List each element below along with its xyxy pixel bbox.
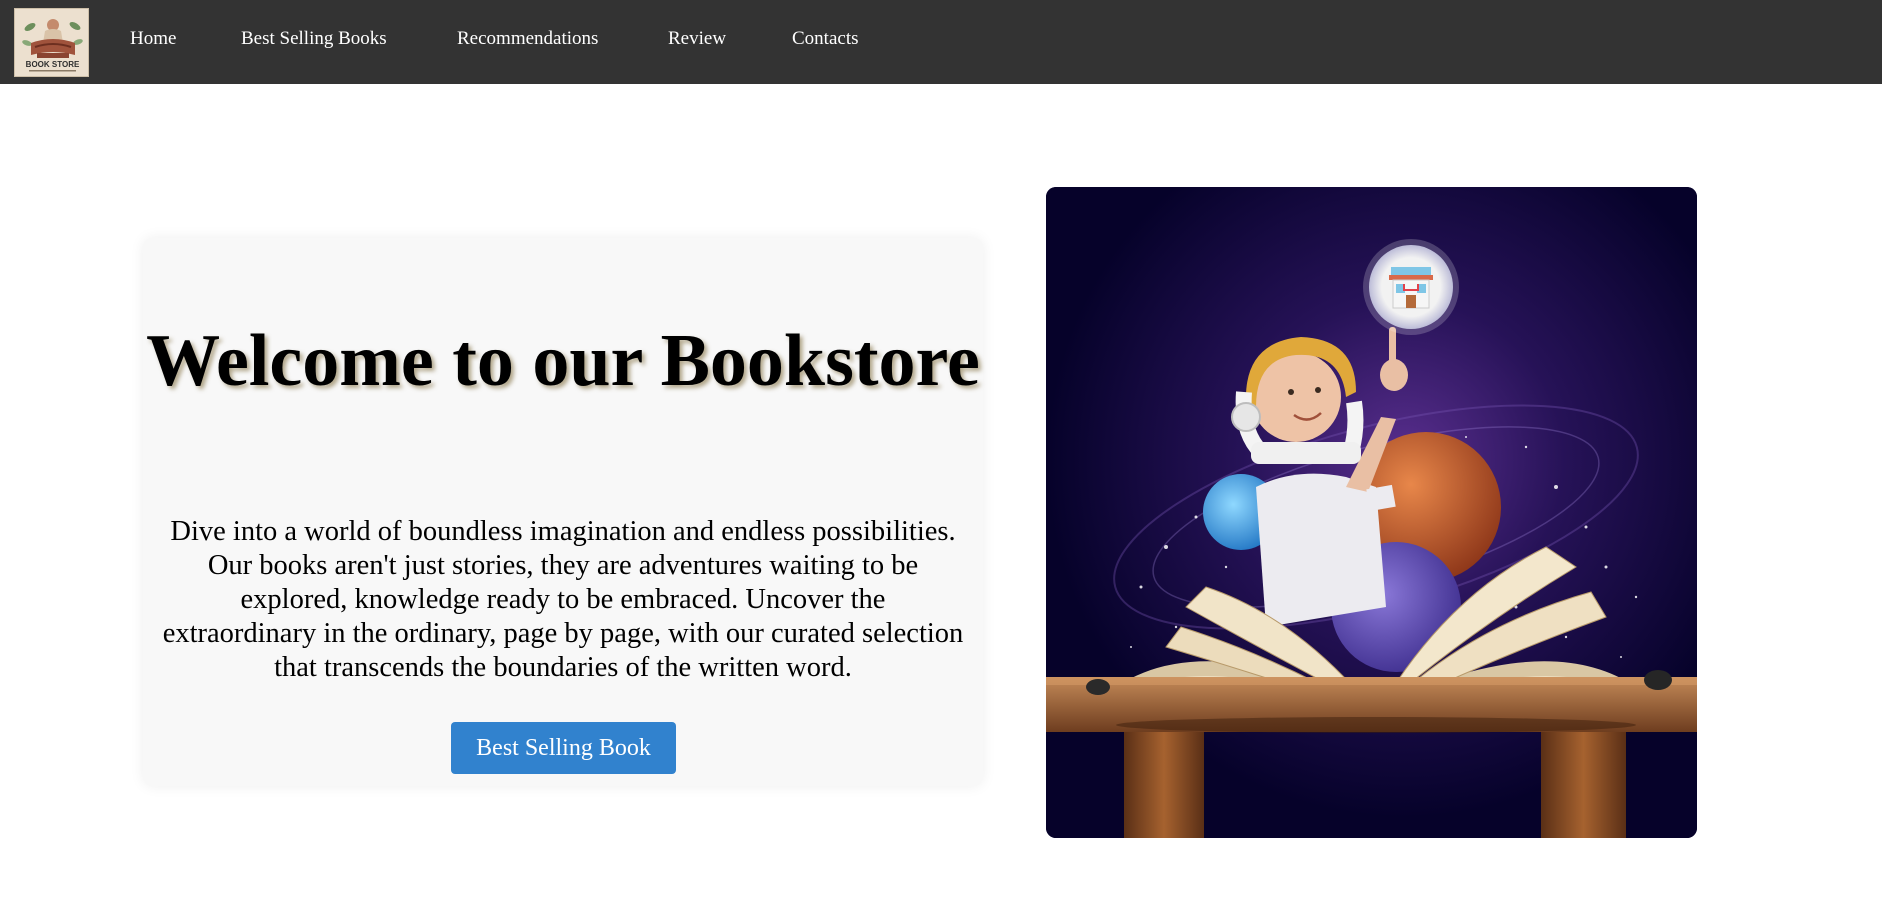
nav-link-review[interactable]: Review [668,28,726,50]
space-child-book-illustration [1046,187,1697,838]
nav-link-best-selling-books[interactable]: Best Selling Books [241,28,387,50]
store-icon [1389,267,1433,309]
best-selling-book-button[interactable]: Best Selling Book [451,722,676,774]
nav-links: Home Best Selling Books Recommendations … [0,0,1882,84]
hero-description: Dive into a world of boundless imaginati… [162,516,964,683]
hero-image [1046,187,1697,838]
nav-link-home[interactable]: Home [130,28,176,50]
hero-title: Welcome to our Bookstore [146,320,980,402]
nav-link-recommendations[interactable]: Recommendations [457,28,598,50]
navbar: BOOK STORE Home Best Selling Books Recom… [0,0,1882,84]
hero-card: Welcome to our Bookstore Dive into a wor… [143,238,983,786]
nav-link-contacts[interactable]: Contacts [792,28,859,50]
